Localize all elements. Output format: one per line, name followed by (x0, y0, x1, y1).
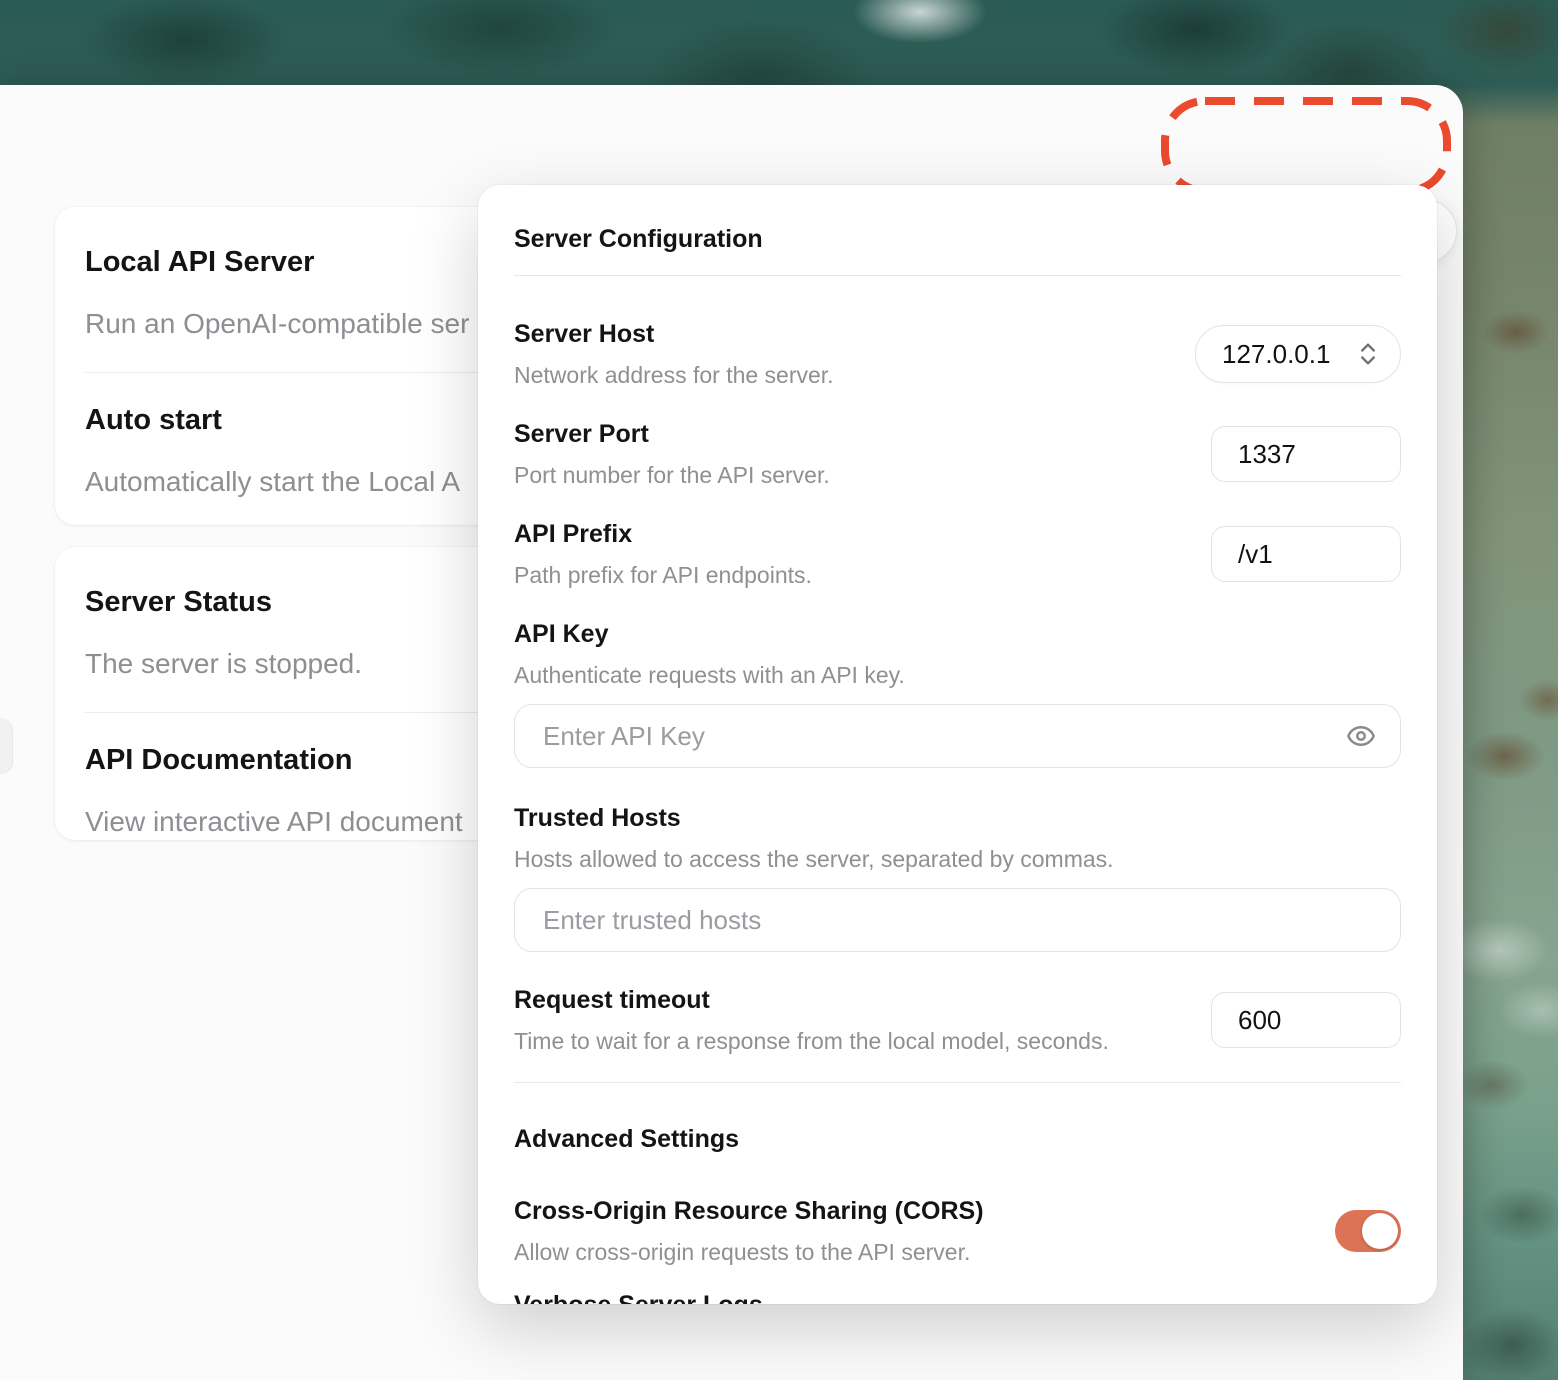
chevrons-up-down-icon (1361, 343, 1375, 365)
api-prefix-input[interactable] (1211, 526, 1401, 582)
server-host-label: Server Host (514, 320, 655, 348)
api-key-block: API Key Authenticate requests with an AP… (514, 618, 1401, 768)
left-edge-item (0, 718, 13, 774)
advanced-settings-title: Advanced Settings (514, 1125, 740, 1153)
trusted-hosts-block: Trusted Hosts Hosts allowed to access th… (514, 802, 1401, 952)
divider (514, 1082, 1401, 1083)
api-prefix-desc: Path prefix for API endpoints. (514, 562, 812, 588)
server-port-desc: Port number for the API server. (514, 462, 830, 488)
api-key-desc: Authenticate requests with an API key. (514, 662, 905, 688)
divider (514, 275, 1401, 276)
cors-label: Cross-Origin Resource Sharing (CORS) (514, 1197, 984, 1225)
cors-toggle[interactable] (1335, 1210, 1401, 1252)
trusted-hosts-input[interactable] (514, 888, 1401, 952)
api-prefix-row: API Prefix Path prefix for API endpoints… (514, 518, 1401, 590)
eye-icon (1347, 726, 1375, 746)
api-prefix-label: API Prefix (514, 520, 633, 548)
cors-desc: Allow cross-origin requests to the API s… (514, 1239, 971, 1265)
server-port-label: Server Port (514, 420, 649, 448)
api-key-label: API Key (514, 620, 609, 648)
popover-title: Server Configuration (514, 225, 763, 253)
server-port-row: Server Port Port number for the API serv… (514, 418, 1401, 490)
toggle-knob (1362, 1213, 1398, 1249)
cors-row: Cross-Origin Resource Sharing (CORS) All… (514, 1195, 1401, 1267)
api-key-input[interactable] (514, 704, 1401, 768)
trusted-hosts-desc: Hosts allowed to access the server, sepa… (514, 846, 1114, 872)
request-timeout-input[interactable] (1211, 992, 1401, 1048)
request-timeout-row: Request timeout Time to wait for a respo… (514, 984, 1401, 1056)
verbose-server-logs-label: Verbose Server Logs (514, 1289, 1401, 1304)
server-host-row: Server Host Network address for the serv… (514, 318, 1401, 390)
request-timeout-label: Request timeout (514, 986, 710, 1014)
server-host-select[interactable]: 127.0.0.1 (1195, 325, 1401, 383)
server-host-value: 127.0.0.1 (1222, 338, 1331, 369)
request-timeout-desc: Time to wait for a response from the loc… (514, 1028, 1109, 1054)
server-port-input[interactable] (1211, 426, 1401, 482)
toggle-visibility-button[interactable] (1343, 718, 1379, 754)
trusted-hosts-label: Trusted Hosts (514, 804, 681, 832)
server-configuration-popover: Server Configuration Server Host Network… (478, 185, 1437, 1304)
server-host-desc: Network address for the server. (514, 362, 834, 388)
